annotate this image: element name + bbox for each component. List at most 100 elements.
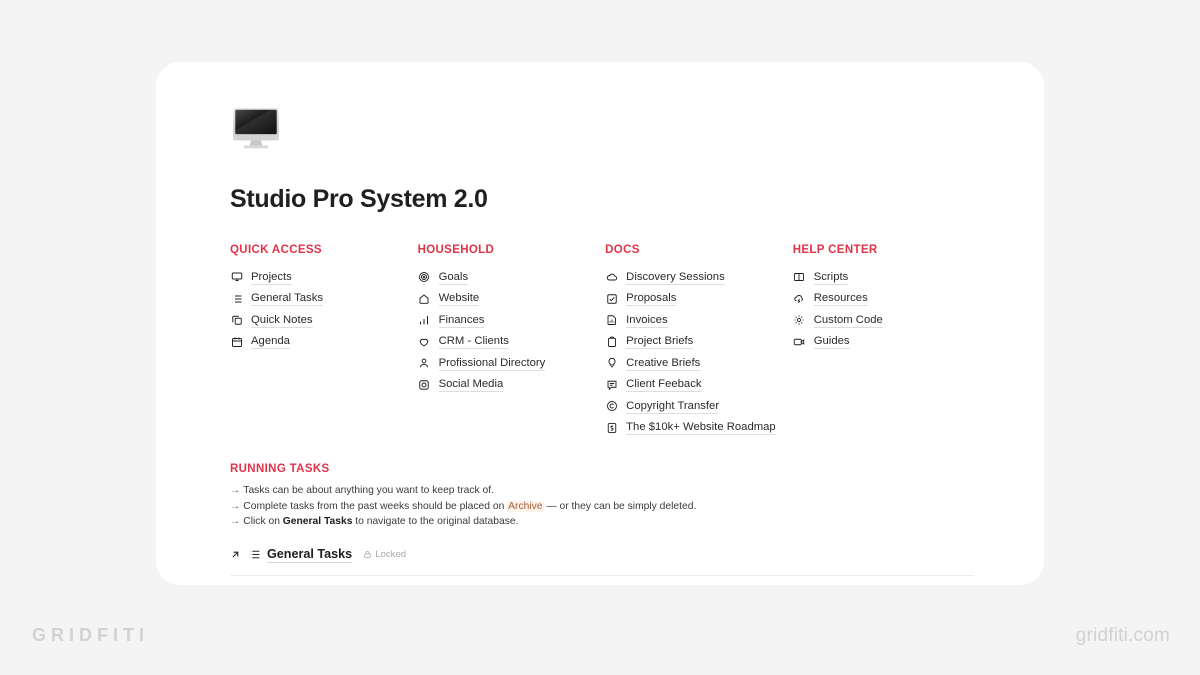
arrow-glyph: →	[230, 500, 241, 512]
link-project-briefs[interactable]: Project Briefs	[605, 332, 793, 353]
link-finances[interactable]: Finances	[418, 310, 606, 331]
link-profissional-directory[interactable]: Profissional Directory	[418, 353, 606, 374]
link-resources[interactable]: Resources	[793, 289, 974, 310]
lock-icon	[364, 551, 371, 559]
column-heading: QUICK ACCESS	[230, 244, 322, 256]
link-crm-clients[interactable]: CRM - Clients	[418, 332, 606, 353]
line-text-post: — or they can be simply deleted.	[543, 500, 697, 512]
link-label: Goals	[438, 270, 469, 285]
camera-icon	[418, 378, 431, 391]
link-label: Proposals	[626, 292, 677, 307]
line-text-post: to navigate to the original database.	[352, 516, 519, 527]
arrow-glyph: →	[230, 485, 241, 496]
link-label: Client Feeback	[626, 378, 702, 393]
database-header: General Tasks Locked	[230, 544, 974, 566]
chart-document-icon	[605, 314, 618, 327]
line-text: Tasks can be about anything you want to …	[243, 485, 495, 496]
link-label: Project Briefs	[626, 335, 694, 350]
link-label: Discovery Sessions	[626, 270, 725, 285]
link-label: Invoices	[626, 313, 668, 328]
link-copyright-transfer[interactable]: Copyright Transfer	[605, 396, 793, 417]
database-title[interactable]: General Tasks	[267, 547, 353, 563]
general-tasks-ref: General Tasks	[282, 516, 353, 527]
watermark-right: gridfiti.com	[1075, 625, 1170, 646]
screenshot-root: Studio Pro System 2.0 QUICK ACCESS Proje…	[0, 0, 1200, 675]
column-heading: HELP CENTER	[792, 244, 878, 256]
link-website-roadmap[interactable]: The $10k+ Website Roadmap	[605, 418, 793, 439]
link-label: Resources	[813, 292, 868, 307]
clipboard-icon	[605, 335, 618, 348]
link-label: Quick Notes	[251, 313, 313, 328]
link-proposals[interactable]: Proposals	[605, 289, 793, 310]
open-arrow-icon[interactable]	[230, 549, 241, 560]
message-icon	[605, 378, 618, 391]
dollar-document-icon	[605, 421, 618, 434]
link-label: General Tasks	[251, 292, 324, 307]
list-icon	[230, 292, 243, 305]
running-tasks-heading: RUNNING TASKS	[230, 463, 330, 475]
person-icon	[418, 357, 431, 370]
copyright-icon	[605, 400, 618, 413]
link-quick-notes[interactable]: Quick Notes	[230, 310, 418, 331]
link-label: Custom Code	[813, 313, 883, 328]
running-tasks-line-2: → Complete tasks from the past weeks shou…	[230, 499, 974, 515]
link-scripts[interactable]: Scripts	[793, 267, 974, 288]
link-projects[interactable]: Projects	[230, 267, 418, 288]
link-columns: QUICK ACCESS Projects General Tasks Quic…	[230, 244, 974, 439]
link-label: CRM - Clients	[438, 335, 509, 350]
video-icon	[793, 335, 806, 348]
link-agenda[interactable]: Agenda	[230, 332, 418, 353]
book-icon	[793, 271, 806, 284]
link-label: Agenda	[251, 335, 290, 350]
link-custom-code[interactable]: Custom Code	[793, 310, 974, 331]
locked-label: Locked	[375, 549, 407, 560]
link-label: Website	[438, 292, 480, 307]
checkbox-icon	[605, 292, 618, 305]
running-tasks-line-3: → Click on General Tasks to navigate to t…	[230, 514, 974, 530]
copy-icon	[230, 314, 243, 327]
link-label: Projects	[251, 270, 292, 285]
link-label: Profissional Directory	[438, 356, 546, 371]
imac-monitor-icon	[233, 107, 279, 149]
target-icon	[418, 271, 431, 284]
link-invoices[interactable]: Invoices	[605, 310, 793, 331]
link-general-tasks[interactable]: General Tasks	[230, 289, 418, 310]
list-view-icon[interactable]	[248, 548, 261, 561]
link-label: Copyright Transfer	[626, 399, 720, 414]
line-text: Complete tasks from the past weeks shoul…	[243, 500, 508, 512]
archive-highlight: Archive	[507, 500, 544, 512]
link-website[interactable]: Website	[418, 289, 606, 310]
cloud-icon	[605, 271, 618, 284]
cloud-lightning-icon	[793, 292, 806, 305]
database-divider	[230, 574, 974, 576]
link-label: Scripts	[813, 270, 849, 285]
link-social-media[interactable]: Social Media	[418, 375, 606, 396]
link-label: Guides	[813, 335, 850, 350]
link-client-feeback[interactable]: Client Feeback	[605, 375, 793, 396]
column-help-center: HELP CENTER Scripts Resources Custom Cod…	[793, 244, 974, 439]
column-heading: DOCS	[605, 244, 640, 256]
gear-icon	[793, 314, 806, 327]
lightbulb-icon	[605, 357, 618, 370]
column-docs: DOCS Discovery Sessions Proposals Invoic…	[605, 244, 793, 439]
link-label: The $10k+ Website Roadmap	[626, 421, 776, 436]
link-creative-briefs[interactable]: Creative Briefs	[605, 353, 793, 374]
page-title: Studio Pro System 2.0	[230, 185, 488, 213]
column-quick-access: QUICK ACCESS Projects General Tasks Quic…	[230, 244, 418, 439]
locked-badge[interactable]: Locked	[363, 549, 406, 560]
running-tasks-line-1: → Tasks can be about anything you want to…	[230, 483, 974, 499]
link-label: Creative Briefs	[626, 356, 701, 371]
link-discovery-sessions[interactable]: Discovery Sessions	[605, 267, 793, 288]
link-guides[interactable]: Guides	[793, 332, 974, 353]
link-label: Social Media	[438, 378, 504, 393]
home-icon	[418, 292, 431, 305]
monitor-icon	[230, 271, 243, 284]
column-household: HOUSEHOLD Goals Website Finances CRM - C…	[418, 244, 606, 439]
link-goals[interactable]: Goals	[418, 267, 606, 288]
column-heading: HOUSEHOLD	[417, 244, 495, 256]
link-label: Finances	[438, 313, 485, 328]
calendar-icon	[230, 335, 243, 348]
heart-icon	[418, 335, 431, 348]
bar-chart-icon	[418, 314, 431, 327]
notion-page-card: Studio Pro System 2.0 QUICK ACCESS Proje…	[156, 62, 1044, 585]
